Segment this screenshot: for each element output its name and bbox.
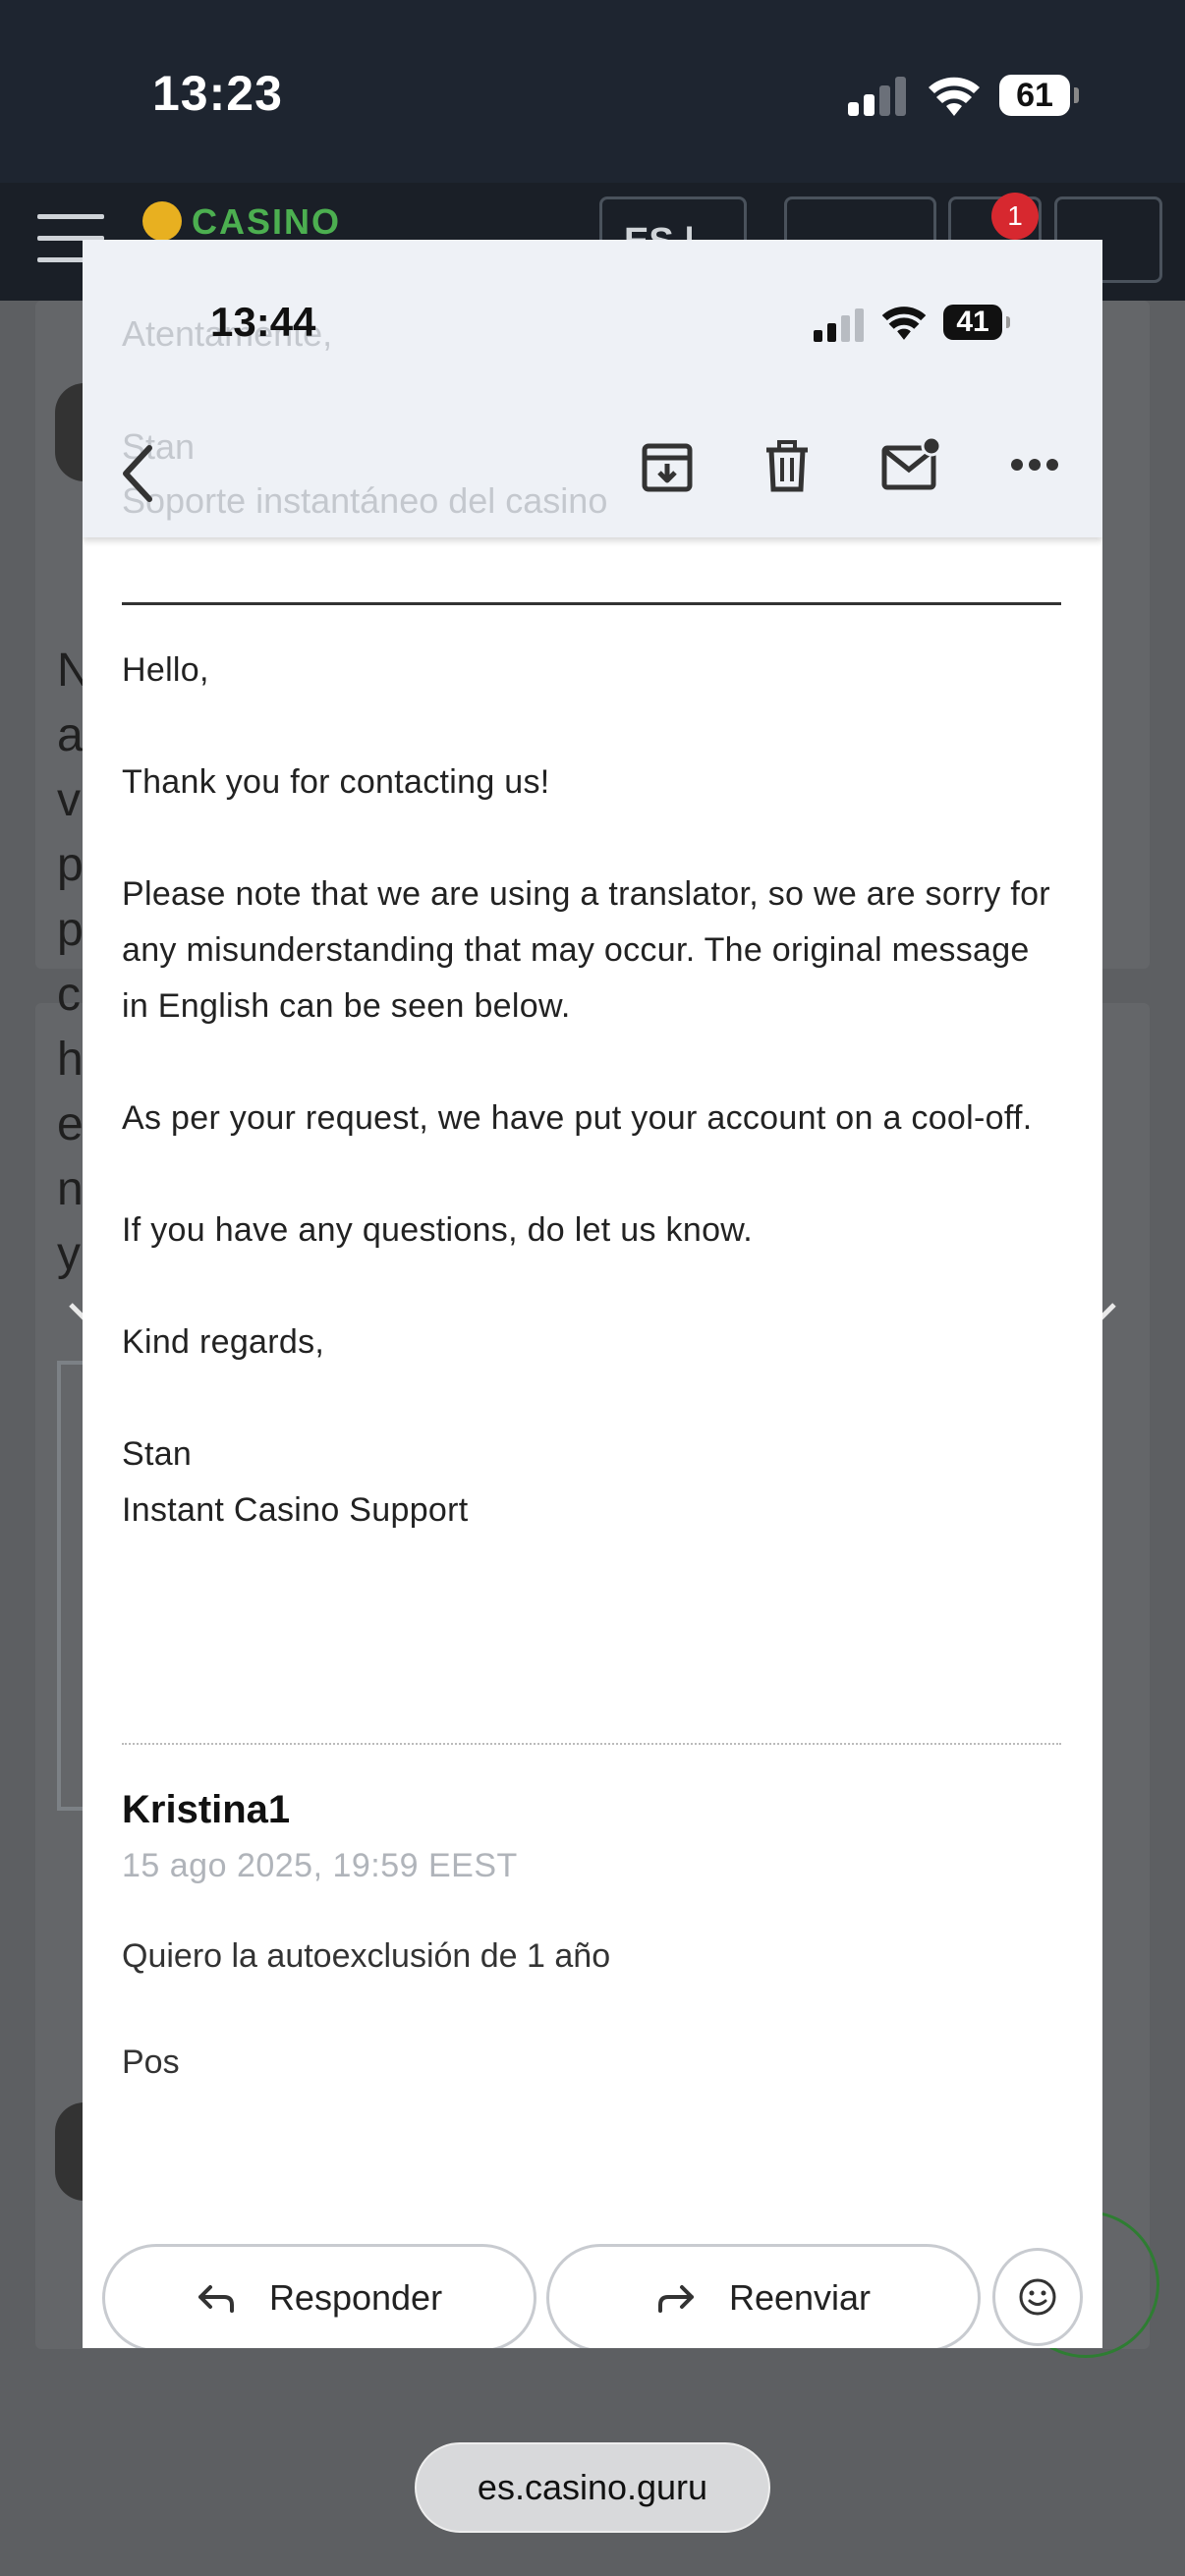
outer-time: 13:23 bbox=[152, 66, 283, 121]
back-arrow-icon[interactable] bbox=[118, 444, 157, 503]
signal-icon bbox=[848, 77, 906, 116]
more-options-icon[interactable] bbox=[1010, 458, 1059, 472]
archive-icon[interactable] bbox=[641, 442, 694, 493]
forward-label: Reenviar bbox=[728, 2277, 872, 2318]
forward-button[interactable]: Reenviar bbox=[546, 2244, 981, 2348]
trash-icon[interactable] bbox=[764, 440, 810, 493]
wifi-icon bbox=[881, 307, 927, 340]
forward-icon bbox=[656, 2283, 696, 2313]
wifi-icon bbox=[929, 77, 980, 116]
reply-label: Responder bbox=[268, 2277, 443, 2318]
email-paragraph: Please note that we are using a translat… bbox=[122, 875, 1050, 1025]
email-paragraph: Hello, bbox=[122, 651, 209, 689]
battery-nub bbox=[1074, 87, 1079, 103]
quoted-message-divider bbox=[122, 1743, 1061, 1745]
signature-team: Instant Casino Support bbox=[122, 1491, 469, 1529]
email-header: Atentamente, Stan Soporte instantáneo de… bbox=[83, 240, 1102, 537]
reply-button[interactable]: Responder bbox=[102, 2244, 536, 2348]
quoted-message-text: Pos bbox=[122, 2044, 180, 2081]
casino-logo-text[interactable]: CASINO bbox=[192, 201, 341, 243]
battery-nub bbox=[1006, 316, 1010, 328]
email-screenshot: Atentamente, Stan Soporte instantáneo de… bbox=[83, 240, 1102, 2348]
email-paragraph: Thank you for contacting us! bbox=[122, 763, 550, 801]
background-avatar bbox=[55, 383, 85, 481]
battery-icon: 41 bbox=[943, 305, 1002, 340]
signal-icon bbox=[814, 308, 864, 342]
ghost-text: Soporte instantáneo del casino bbox=[122, 480, 608, 521]
outer-status-bar: 13:23 61 bbox=[0, 0, 1185, 183]
url-bar[interactable]: es.casino.guru bbox=[415, 2442, 770, 2533]
notification-badge: 1 bbox=[991, 193, 1039, 240]
emoji-reaction-button[interactable] bbox=[992, 2248, 1083, 2346]
email-body: Hello, Thank you for contacting us! Plea… bbox=[122, 643, 1065, 1539]
smiley-icon bbox=[1019, 2278, 1056, 2316]
casino-logo-icon bbox=[142, 201, 182, 241]
email-paragraph: Kind regards, bbox=[122, 1323, 325, 1361]
inner-time: 13:44 bbox=[210, 299, 316, 345]
email-paragraph: If you have any questions, do let us kno… bbox=[122, 1211, 753, 1249]
sender-date: 15 ago 2025, 19:59 EEST bbox=[122, 1847, 518, 1884]
email-paragraph: As per your request, we have put your ac… bbox=[122, 1099, 1033, 1137]
background-avatar bbox=[55, 2102, 85, 2201]
battery-icon: 61 bbox=[999, 75, 1070, 116]
mark-unread-icon[interactable] bbox=[880, 436, 941, 493]
message-separator bbox=[122, 602, 1061, 605]
quoted-message-text: Quiero la autoexclusión de 1 año bbox=[122, 1937, 611, 1975]
reply-icon bbox=[197, 2283, 236, 2313]
signature-name: Stan bbox=[122, 1435, 193, 1473]
sender-name: Kristina1 bbox=[122, 1788, 291, 1831]
